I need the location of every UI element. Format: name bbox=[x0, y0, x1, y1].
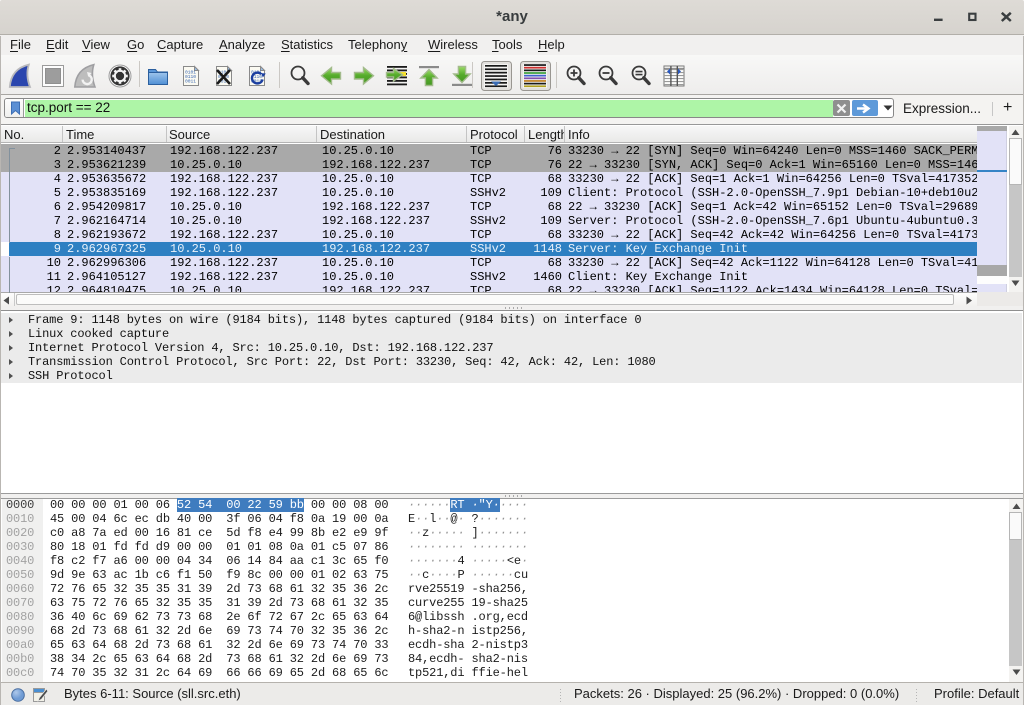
svg-text:0011: 0011 bbox=[185, 79, 196, 85]
